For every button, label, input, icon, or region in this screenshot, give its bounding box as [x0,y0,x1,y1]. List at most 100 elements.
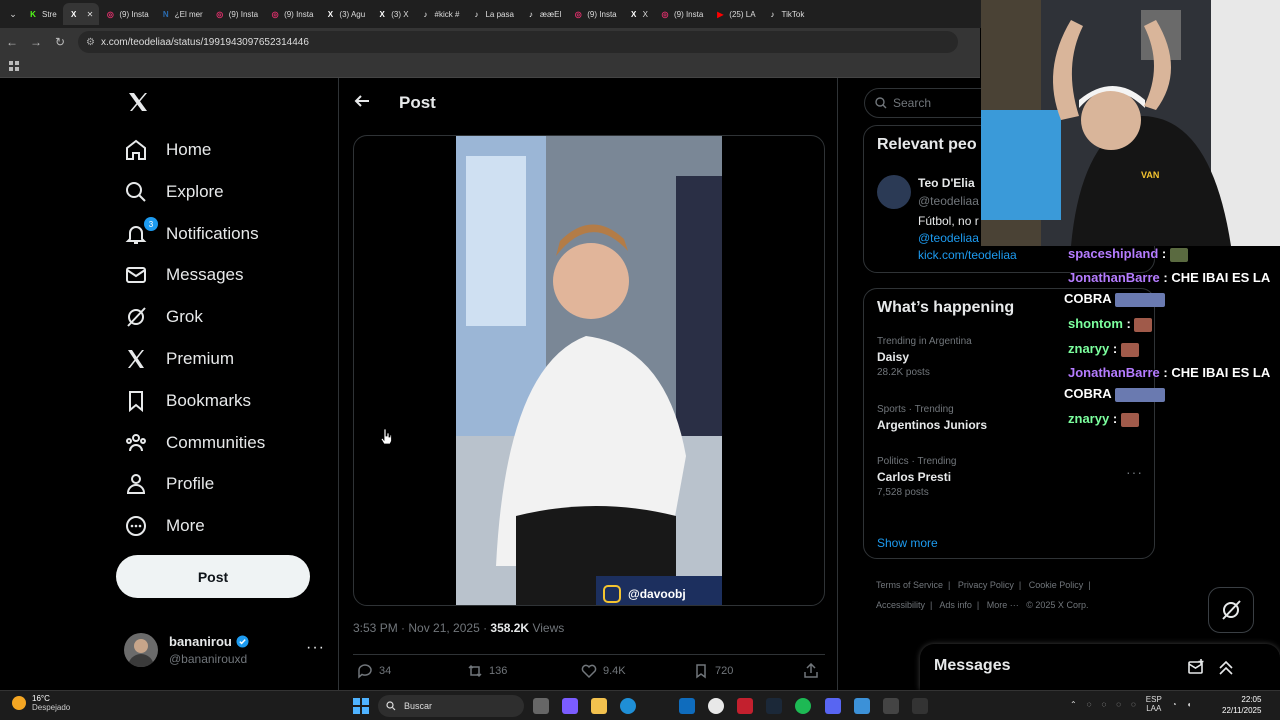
apps-grid-icon[interactable] [9,61,20,72]
footer-more[interactable]: More ··· [987,600,1019,610]
browser-tab[interactable]: N ¿El mer [155,3,209,25]
back-nav-icon[interactable]: ← [0,35,24,49]
video-player[interactable]: @davoobj [456,136,722,605]
nav-item-communities[interactable]: Communities [124,425,265,461]
like-button[interactable]: 9.4K [581,663,626,679]
post-button[interactable]: Post [116,555,310,598]
tray-app-icon[interactable]: ◌ [1101,700,1106,709]
browser-tab[interactable]: ◎ (9) Insta [567,3,622,25]
relevant-user-link-handle[interactable]: @teodeliaa [918,231,979,245]
trend-item[interactable]: Trending in Argentina Daisy 28.2K posts [877,336,972,378]
browser-tab[interactable]: XX [623,3,654,25]
nav-item-messages[interactable]: Messages [124,257,243,293]
tray-app-icon[interactable]: ◌ [1087,700,1092,709]
relevant-user-name[interactable]: Teo D'Elia [918,176,975,190]
tab-close-icon[interactable]: ✕ [87,10,94,19]
trend-item[interactable]: Sports · Trending Argentinos Juniors [877,404,987,432]
relevant-user-link-kick[interactable]: kick.com/teodeliaa [918,248,1017,262]
volume-icon[interactable]: ◖ [1187,700,1192,709]
taskbar-search[interactable]: Buscar [378,695,524,717]
footer-ads-info[interactable]: Ads info [939,600,972,610]
x-logo-icon[interactable] [126,90,150,114]
envelope-icon [126,267,146,283]
nav-item-premium[interactable]: Premium [124,341,234,377]
task-view-icon[interactable] [533,698,549,714]
language-indicator[interactable]: ESP LAA [1146,695,1162,713]
file-explorer-icon[interactable] [591,698,607,714]
url-input[interactable]: ⚙ x.com/teodeliaa/status/199194309765231… [78,31,958,53]
clock[interactable]: 22:05 22/11/2025 [1222,694,1261,716]
nav-item-grok[interactable]: Grok [124,299,203,335]
spotify-icon[interactable] [795,698,811,714]
browser-tab[interactable]: ♪ ææEl [520,3,567,25]
back-arrow-icon[interactable] [353,92,371,110]
footer-terms[interactable]: Terms of Service [876,580,943,590]
tray-app-icon[interactable]: ◌ [1131,700,1136,709]
post-timestamp[interactable]: 3:53 PM · Nov 21, 2025 · [353,621,490,635]
footer-cookie[interactable]: Cookie Policy [1029,580,1084,590]
wifi-icon[interactable]: ◔ [1172,700,1177,709]
nav-item-more[interactable]: More [124,508,205,544]
share-button[interactable] [803,663,819,679]
show-more-link[interactable]: Show more [877,536,938,550]
browser-tab[interactable]: X (3) Agu [319,3,371,25]
tab-label: (3) X [391,9,409,19]
windows-start-icon[interactable] [353,698,369,714]
avatar[interactable] [877,175,911,209]
browser-tab[interactable]: ▶ (25) LA [709,3,761,25]
app-icon[interactable] [854,698,870,714]
footer-accessibility[interactable]: Accessibility [876,600,925,610]
browser-tab[interactable]: ♪ #kick # [415,3,466,25]
copilot-icon[interactable] [562,698,578,714]
repost-button[interactable]: 136 [467,663,507,679]
reply-button[interactable]: 34 [357,663,391,679]
edge-icon[interactable] [620,698,636,714]
browser-tab[interactable]: ◎ (9) Insta [264,3,319,25]
post-media[interactable]: @davoobj [353,135,825,606]
app-icon[interactable] [883,698,899,714]
discord-icon[interactable] [825,698,841,714]
tab-search-chevron-icon[interactable]: ⌄ [4,9,22,20]
tray-chevron-icon[interactable]: ⌃ [1070,700,1077,709]
chat-emote [1120,342,1139,357]
account-more-icon[interactable]: ··· [306,639,325,657]
search-icon [386,701,396,711]
chat-emote [1114,387,1165,402]
app-icon[interactable] [737,698,753,714]
trend-item[interactable]: Politics · Trending Carlos Presti 7,528 … [877,456,956,498]
nav-item-notifications[interactable]: 3 Notifications [124,216,259,252]
expand-chevron-icon[interactable] [1217,658,1235,676]
grok-floating-button[interactable] [1208,587,1254,633]
trend-more-icon[interactable]: ··· [1126,464,1143,480]
nav-item-explore[interactable]: Explore [124,174,224,210]
forward-nav-icon[interactable]: → [24,35,48,49]
chat-text: COBRA [1064,386,1112,401]
nav-item-home[interactable]: Home [124,132,211,168]
account-switcher[interactable]: bananirou @bananirouxd ··· [124,631,334,671]
footer-sep: | [930,600,933,610]
nav-item-bookmarks[interactable]: Bookmarks [124,383,251,419]
outlook-icon[interactable] [679,698,695,714]
browser-tab[interactable]: ♪ La pasa [465,3,519,25]
browser-tab[interactable]: K Stre [22,3,63,25]
browser-tab[interactable]: X (3) X [371,3,414,25]
tray-app-icon[interactable]: ◌ [1116,700,1121,709]
reload-icon[interactable]: ↻ [48,35,72,49]
browser-tab[interactable]: X ✕ [62,3,100,25]
bookmark-button[interactable]: 720 [693,663,733,679]
tab-label: (9) Insta [673,9,704,19]
site-info-icon[interactable]: ⚙ [86,37,95,48]
browser-tab[interactable]: ◎ (9) Insta [209,3,264,25]
steam-icon[interactable] [766,698,782,714]
browser-tab[interactable]: ◎ (9) Insta [99,3,154,25]
nav-item-profile[interactable]: Profile [124,466,214,502]
chrome-icon[interactable] [708,698,724,714]
new-message-icon[interactable] [1187,658,1205,676]
weather-widget[interactable]: 16°C Despejado [12,694,70,712]
obs-icon[interactable] [912,698,928,714]
footer-privacy[interactable]: Privacy Policy [958,580,1014,590]
search-placeholder: Search [893,96,932,110]
messages-drawer[interactable]: Messages [920,644,1280,690]
browser-tab[interactable]: ◎ (9) Insta [654,3,709,25]
browser-tab[interactable]: ♪ TikTok [762,3,811,25]
